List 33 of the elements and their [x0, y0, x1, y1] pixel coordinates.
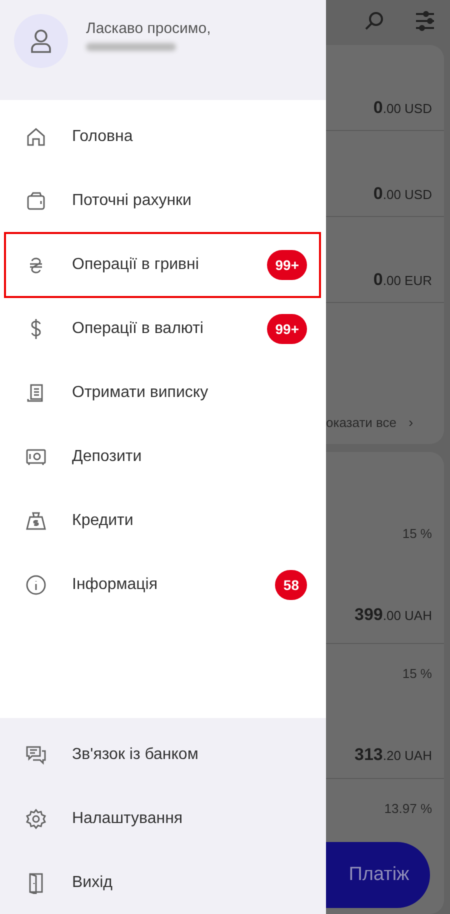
menu-item[interactable]: Налаштування [5, 787, 320, 851]
filter-icon[interactable] [414, 10, 436, 32]
menu-item[interactable]: Інформація 58 [5, 553, 320, 617]
loan-amount: 313.20 UAH [354, 745, 432, 765]
money-bag-icon [25, 510, 47, 532]
home-icon [25, 126, 47, 148]
wallet-icon [25, 190, 47, 212]
menu-item[interactable]: Зв'язок із банком [5, 723, 320, 787]
interest-rate: 13.97 % [384, 801, 432, 816]
interest-rate: 15 % [402, 666, 432, 681]
chat-icon [25, 744, 47, 766]
menu-item[interactable]: Отримати виписку [5, 361, 320, 425]
count-badge: 99+ [267, 250, 307, 280]
greeting-text: Ласкаво просимо, [86, 20, 211, 37]
count-badge: 58 [275, 570, 307, 600]
chevron-icon: › [408, 414, 414, 430]
menu-item[interactable]: Операції в гривні 99+ [5, 233, 320, 297]
menu-item[interactable]: Операції в валюті 99+ [5, 297, 320, 361]
info-icon [25, 574, 47, 596]
menu-item[interactable]: Депозити [5, 425, 320, 489]
menu-item[interactable]: Поточні рахунки [5, 169, 320, 233]
count-badge: 99+ [267, 314, 307, 344]
interest-rate: 15 % [402, 526, 432, 541]
settings-icon [25, 808, 47, 830]
menu-item[interactable]: Вихід [5, 851, 320, 914]
menu-item[interactable]: Кредити [5, 489, 320, 553]
menu-item[interactable]: Головна [5, 105, 320, 169]
payment-button[interactable]: Платіж [326, 842, 430, 908]
search-icon[interactable] [364, 10, 386, 32]
loan-amount: 399.00 UAH [354, 605, 432, 625]
balance-amount: 0.00 EUR [373, 270, 432, 290]
balance-amount: 0.00 USD [373, 184, 432, 204]
balance-amount: 0.00 USD [373, 98, 432, 118]
